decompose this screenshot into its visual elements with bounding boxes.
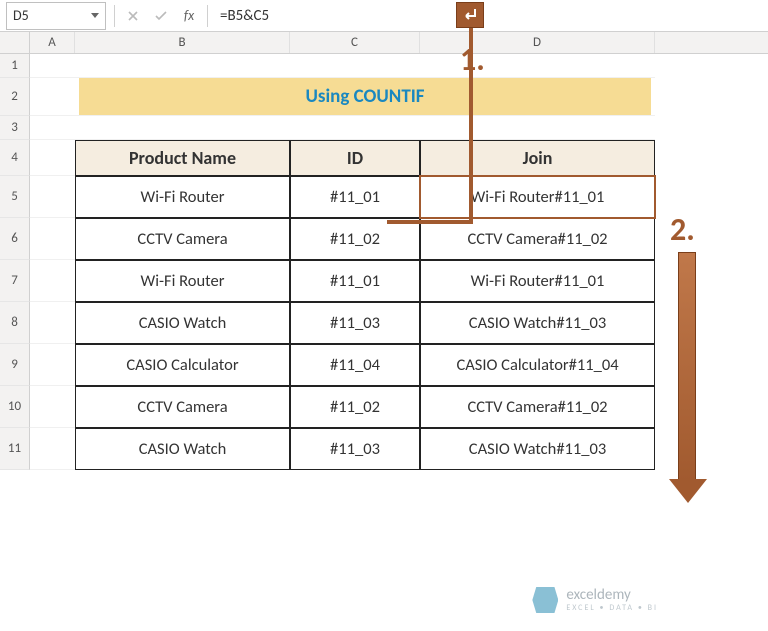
watermark-name: exceldemy (566, 588, 658, 603)
row-4: 4 Product Name ID Join (0, 140, 768, 176)
cell[interactable] (290, 54, 420, 78)
cell-join[interactable]: CCTV Camera#11_02 (420, 386, 655, 428)
watermark: exceldemy EXCEL • DATA • BI (532, 587, 658, 613)
banner-title: Using COUNTIF (79, 78, 651, 115)
watermark-tagline: EXCEL • DATA • BI (566, 603, 658, 613)
spreadsheet-grid: A B C D 1 2 Using COUNTIF 3 4 (0, 32, 768, 631)
cell-id[interactable]: #11_01 (290, 176, 420, 218)
row-header[interactable]: 10 (0, 386, 30, 428)
cell[interactable] (75, 116, 290, 140)
title-banner-cell[interactable]: Using COUNTIF (75, 78, 655, 116)
cell-join-selected[interactable]: Wi-Fi Router#11_01 (420, 176, 655, 218)
cell-product[interactable]: CASIO Watch (75, 428, 290, 470)
cell[interactable] (30, 140, 75, 176)
select-all-corner[interactable] (0, 32, 30, 53)
annotation-fill-down-arrow-icon (678, 252, 696, 482)
cell-join[interactable]: CASIO Calculator#11_04 (420, 344, 655, 386)
cell-product[interactable]: CASIO Calculator (75, 344, 290, 386)
row-header[interactable]: 6 (0, 218, 30, 260)
cell[interactable] (30, 116, 75, 140)
cell[interactable] (30, 386, 75, 428)
annotation-step-1: 1. (460, 40, 485, 79)
cell-product[interactable]: CCTV Camera (75, 386, 290, 428)
row-header[interactable]: 9 (0, 344, 30, 386)
cell[interactable] (75, 54, 290, 78)
cell[interactable] (420, 116, 655, 140)
column-header-d[interactable]: D (420, 32, 655, 53)
row-8: 8 CASIO Watch #11_03 CASIO Watch#11_03 (0, 302, 768, 344)
cell[interactable] (30, 78, 75, 116)
row-10: 10 CCTV Camera #11_02 CCTV Camera#11_02 (0, 386, 768, 428)
header-join[interactable]: Join (420, 140, 655, 176)
enter-formula-button[interactable] (147, 2, 175, 30)
watermark-logo-icon (532, 587, 558, 613)
row-header[interactable]: 3 (0, 116, 30, 140)
row-header[interactable]: 2 (0, 78, 30, 116)
column-header-a[interactable]: A (30, 32, 75, 53)
row-9: 9 CASIO Calculator #11_04 CASIO Calculat… (0, 344, 768, 386)
row-6: 6 CCTV Camera #11_02 CCTV Camera#11_02 (0, 218, 768, 260)
column-headers: A B C D (0, 32, 768, 54)
header-product-name[interactable]: Product Name (75, 140, 290, 176)
cell-id[interactable]: #11_03 (290, 302, 420, 344)
formula-text: =B5&C5 (220, 7, 269, 25)
cell-join[interactable]: CCTV Camera#11_02 (420, 218, 655, 260)
row-11: 11 CASIO Watch #11_03 CASIO Watch#11_03 (0, 428, 768, 470)
formula-bar: D5 fx =B5&C5 (0, 0, 768, 32)
cell-join[interactable]: CASIO Watch#11_03 (420, 302, 655, 344)
cell-product[interactable]: Wi-Fi Router (75, 176, 290, 218)
divider (114, 5, 115, 27)
cell-id[interactable]: #11_04 (290, 344, 420, 386)
divider (207, 5, 208, 27)
cell-product[interactable]: CCTV Camera (75, 218, 290, 260)
cell-join[interactable]: CASIO Watch#11_03 (420, 428, 655, 470)
row-3: 3 (0, 116, 768, 140)
insert-function-button[interactable]: fx (175, 2, 203, 30)
cell-id[interactable]: #11_03 (290, 428, 420, 470)
grid-rows: 1 2 Using COUNTIF 3 4 Product Name ID J (0, 54, 768, 470)
row-header[interactable]: 8 (0, 302, 30, 344)
row-7: 7 Wi-Fi Router #11_01 Wi-Fi Router#11_01 (0, 260, 768, 302)
formula-input[interactable]: =B5&C5 (212, 2, 768, 30)
row-header[interactable]: 11 (0, 428, 30, 470)
cell[interactable] (30, 218, 75, 260)
row-1: 1 (0, 54, 768, 78)
cell[interactable] (420, 54, 655, 78)
cell-product[interactable]: Wi-Fi Router (75, 260, 290, 302)
cancel-formula-button[interactable] (119, 2, 147, 30)
header-id[interactable]: ID (290, 140, 420, 176)
column-header-b[interactable]: B (75, 32, 290, 53)
cell[interactable] (30, 302, 75, 344)
cell[interactable] (30, 344, 75, 386)
cell[interactable] (30, 260, 75, 302)
cell-id[interactable]: #11_02 (290, 386, 420, 428)
row-5: 5 Wi-Fi Router #11_01 Wi-Fi Router#11_01 (0, 176, 768, 218)
name-box-dropdown-icon[interactable] (91, 13, 99, 18)
name-box-value: D5 (13, 7, 29, 24)
cell-id[interactable]: #11_02 (290, 218, 420, 260)
cell-join[interactable]: Wi-Fi Router#11_01 (420, 260, 655, 302)
row-header[interactable]: 4 (0, 140, 30, 176)
annotation-step-2: 2. (670, 210, 695, 249)
row-header[interactable]: 1 (0, 54, 30, 78)
row-header[interactable]: 5 (0, 176, 30, 218)
column-header-c[interactable]: C (290, 32, 420, 53)
cell[interactable] (30, 54, 75, 78)
cell[interactable] (30, 428, 75, 470)
name-box[interactable]: D5 (6, 2, 106, 30)
cell-product[interactable]: CASIO Watch (75, 302, 290, 344)
row-2: 2 Using COUNTIF (0, 78, 768, 116)
cell-id[interactable]: #11_01 (290, 260, 420, 302)
row-header[interactable]: 7 (0, 260, 30, 302)
annotation-enter-key-icon (456, 2, 484, 28)
cell[interactable] (290, 116, 420, 140)
cell[interactable] (30, 176, 75, 218)
